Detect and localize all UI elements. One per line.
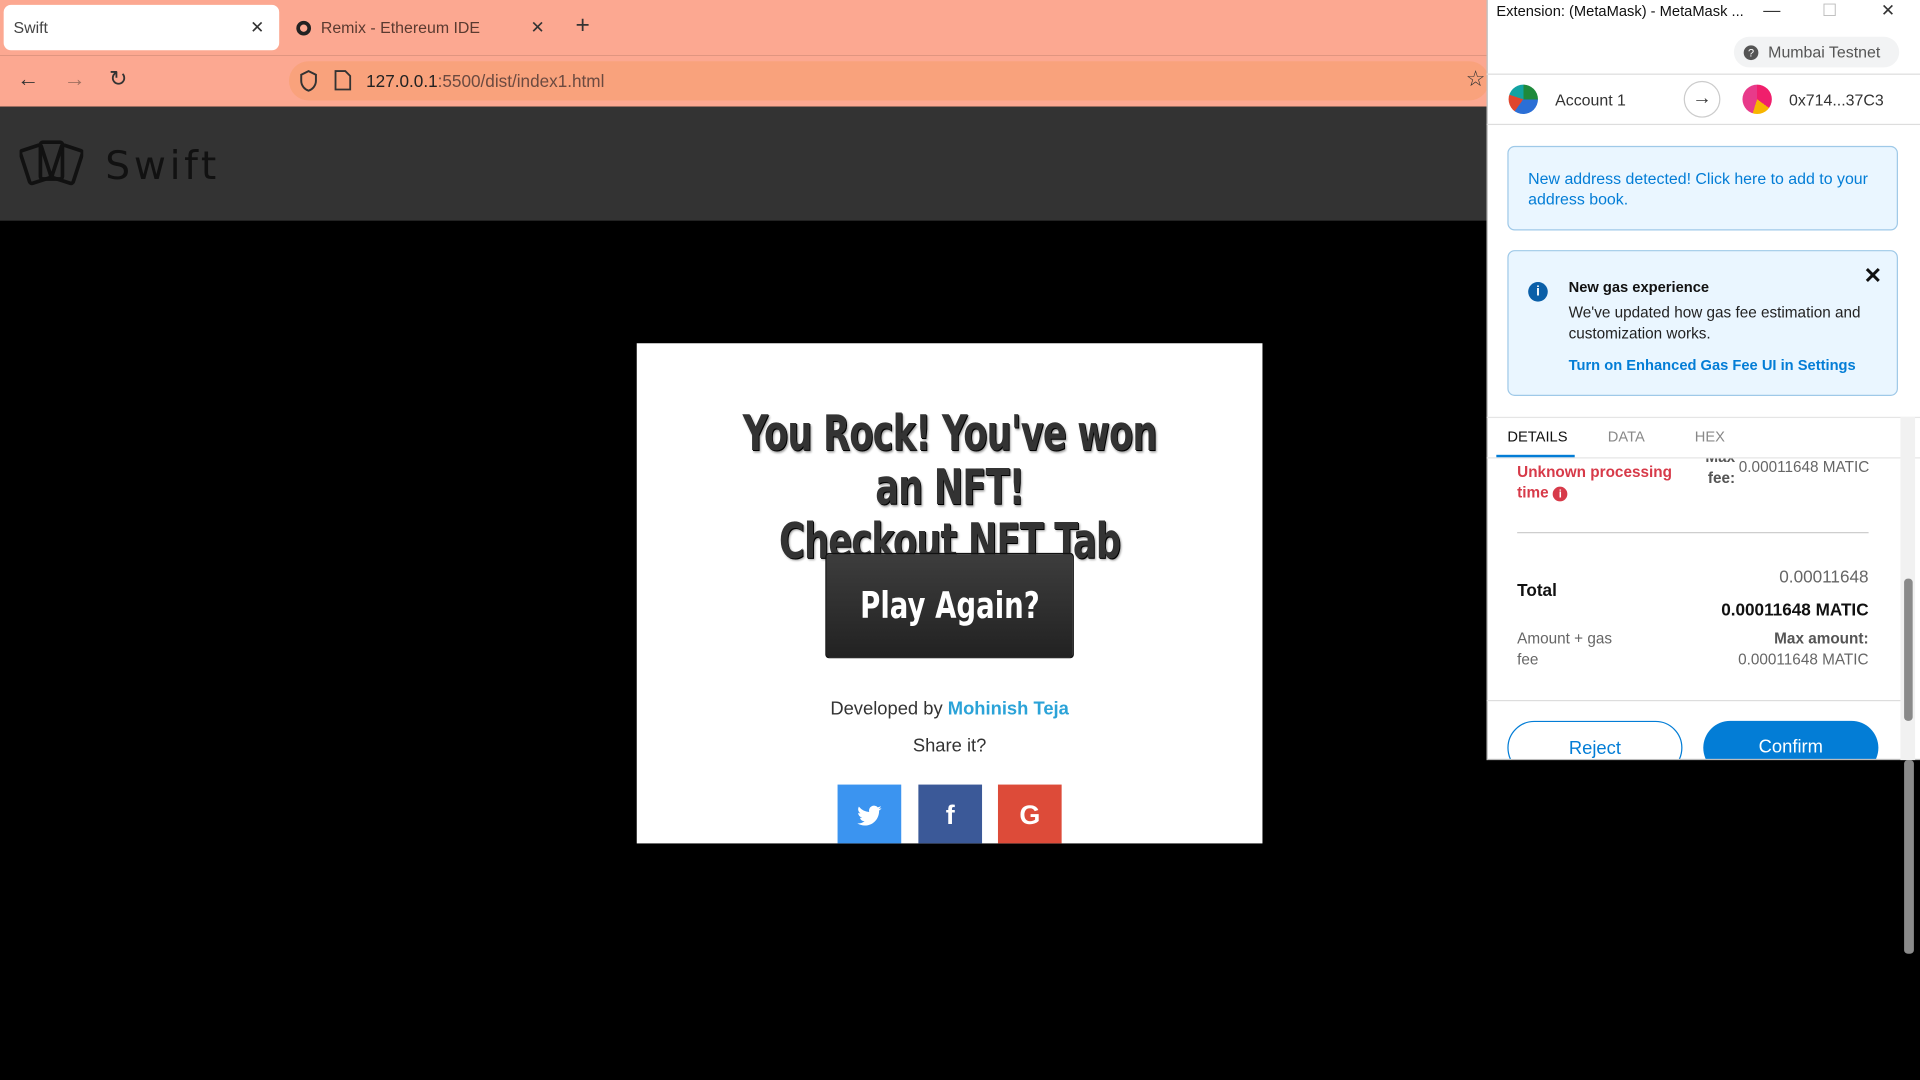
developed-by-label: Developed by xyxy=(830,698,943,720)
confirm-button[interactable]: Confirm xyxy=(1703,720,1879,759)
gas-body: We've updated how gas fee estimation and… xyxy=(1568,304,1861,343)
tab-swift[interactable]: Swift ✕ xyxy=(3,4,280,51)
close-tab-icon[interactable]: ✕ xyxy=(250,17,264,38)
developer-link[interactable]: Mohinish Teja xyxy=(948,699,1069,720)
reject-button[interactable]: Reject xyxy=(1507,720,1683,759)
win-headline: You Rock! You've won an NFT! Checkout NF… xyxy=(724,407,1175,569)
max-fee-label-line-2: fee: xyxy=(1707,469,1736,487)
processing-time-line-2: time i xyxy=(1517,483,1672,504)
new-address-text: New address detected! Click here to add … xyxy=(1528,169,1868,209)
action-buttons: Reject Confirm xyxy=(1487,705,1905,759)
close-window-icon[interactable]: ✕ xyxy=(1881,0,1895,21)
back-icon[interactable]: ← xyxy=(17,66,39,92)
total-small: 0.00011648 xyxy=(1779,566,1869,586)
new-tab-icon[interactable]: + xyxy=(576,12,590,40)
metamask-window-title: Extension: (MetaMask) - MetaMask ... xyxy=(1496,2,1744,20)
twitter-share-button[interactable] xyxy=(837,784,902,844)
tab-data[interactable]: DATA xyxy=(1608,428,1645,445)
network-selector[interactable]: ? Mumbai Testnet xyxy=(1733,36,1900,68)
site-header xyxy=(0,106,1487,221)
reload-icon[interactable]: ↻ xyxy=(109,66,127,92)
headline-line-1: You Rock! You've won an NFT! xyxy=(742,405,1158,517)
page-scrollbar-thumb[interactable] xyxy=(1904,760,1914,954)
amount-gas-line-2: fee xyxy=(1517,650,1539,669)
url-host: 127.0.0.1 xyxy=(366,71,438,91)
network-name: Mumbai Testnet xyxy=(1768,42,1881,62)
bookmark-star-icon[interactable]: ☆ xyxy=(1466,66,1486,92)
gas-settings-link[interactable]: Turn on Enhanced Gas Fee UI in Settings xyxy=(1569,357,1856,374)
max-fee-label-line-1: Max xyxy=(1702,458,1735,468)
tab-label: Swift xyxy=(13,18,48,37)
gas-title: New gas experience xyxy=(1568,278,1710,296)
facebook-share-button[interactable]: f xyxy=(918,784,983,844)
details-pane: Unknown processing time i Max fee: 0.000… xyxy=(1487,458,1901,700)
total-bold: 0.00011648 MATIC xyxy=(1721,599,1869,620)
footer-divider xyxy=(1486,699,1901,702)
close-notice-icon[interactable]: ✕ xyxy=(1864,264,1882,290)
maximize-icon[interactable]: ☐ xyxy=(1822,0,1837,21)
win-modal: You Rock! You've won an NFT! Checkout NF… xyxy=(636,343,1263,844)
account-avatar xyxy=(1508,84,1538,115)
site-brand[interactable]: Swift xyxy=(105,142,220,189)
remix-icon xyxy=(296,20,312,35)
amount-gas-line-1: Amount + gas xyxy=(1517,630,1613,648)
shield-icon[interactable] xyxy=(299,70,319,92)
processing-time: Unknown processing time i xyxy=(1517,462,1672,504)
max-fee-value: 0.00011648 MATIC xyxy=(1738,458,1870,476)
tab-hex[interactable]: HEX xyxy=(1695,428,1725,445)
info-icon: i xyxy=(1528,281,1548,302)
share-label: Share it? xyxy=(912,735,987,757)
amount-gas-label: Amount + gas fee xyxy=(1517,629,1612,671)
total-label: Total xyxy=(1517,579,1557,600)
max-fee-label: Max fee: xyxy=(1702,458,1735,489)
facebook-icon: f xyxy=(945,799,955,830)
arrow-right-icon: → xyxy=(1683,80,1721,118)
max-amount: Max amount: 0.00011648 MATIC xyxy=(1738,629,1868,671)
max-amount-value: 0.00011648 MATIC xyxy=(1738,650,1869,669)
forward-icon[interactable]: → xyxy=(64,66,86,92)
play-again-button[interactable]: Play Again? xyxy=(825,552,1074,659)
account-name[interactable]: Account 1 xyxy=(1555,91,1626,109)
page-icon xyxy=(334,70,352,91)
gas-experience-notice: i New gas experience We've updated how g… xyxy=(1507,250,1898,396)
google-share-button[interactable]: G xyxy=(997,784,1062,844)
new-address-notice[interactable]: New address detected! Click here to add … xyxy=(1507,145,1898,231)
developer-credit: Developed by Mohinish Teja xyxy=(637,699,1263,720)
tab-details[interactable]: DETAILS xyxy=(1507,428,1567,445)
processing-time-line-1: Unknown processing xyxy=(1517,463,1672,481)
url-text[interactable]: 127.0.0.1:5500/dist/index1.html xyxy=(366,71,604,91)
recipient-avatar xyxy=(1742,84,1772,115)
twitter-icon xyxy=(857,805,882,825)
close-tab-icon[interactable]: ✕ xyxy=(531,17,545,38)
url-path: :5500/dist/index1.html xyxy=(437,71,605,91)
divider xyxy=(1517,532,1869,534)
tab-label: Remix - Ethereum IDE xyxy=(320,18,481,37)
play-again-label: Play Again? xyxy=(859,584,1040,628)
minimize-icon[interactable]: — xyxy=(1763,0,1780,20)
active-tab-underline xyxy=(1496,454,1575,458)
network-help-icon: ? xyxy=(1743,44,1759,60)
alert-info-icon[interactable]: i xyxy=(1552,486,1568,502)
cards-logo-icon xyxy=(19,140,84,186)
processing-time-word: time xyxy=(1517,484,1549,502)
google-icon: G xyxy=(1019,799,1041,830)
popup-scrollbar-thumb[interactable] xyxy=(1904,578,1913,721)
tab-remix[interactable]: Remix - Ethereum IDE ✕ xyxy=(284,5,560,50)
max-amount-label: Max amount: xyxy=(1774,630,1869,648)
recipient-address[interactable]: 0x714...37C3 xyxy=(1789,91,1884,109)
